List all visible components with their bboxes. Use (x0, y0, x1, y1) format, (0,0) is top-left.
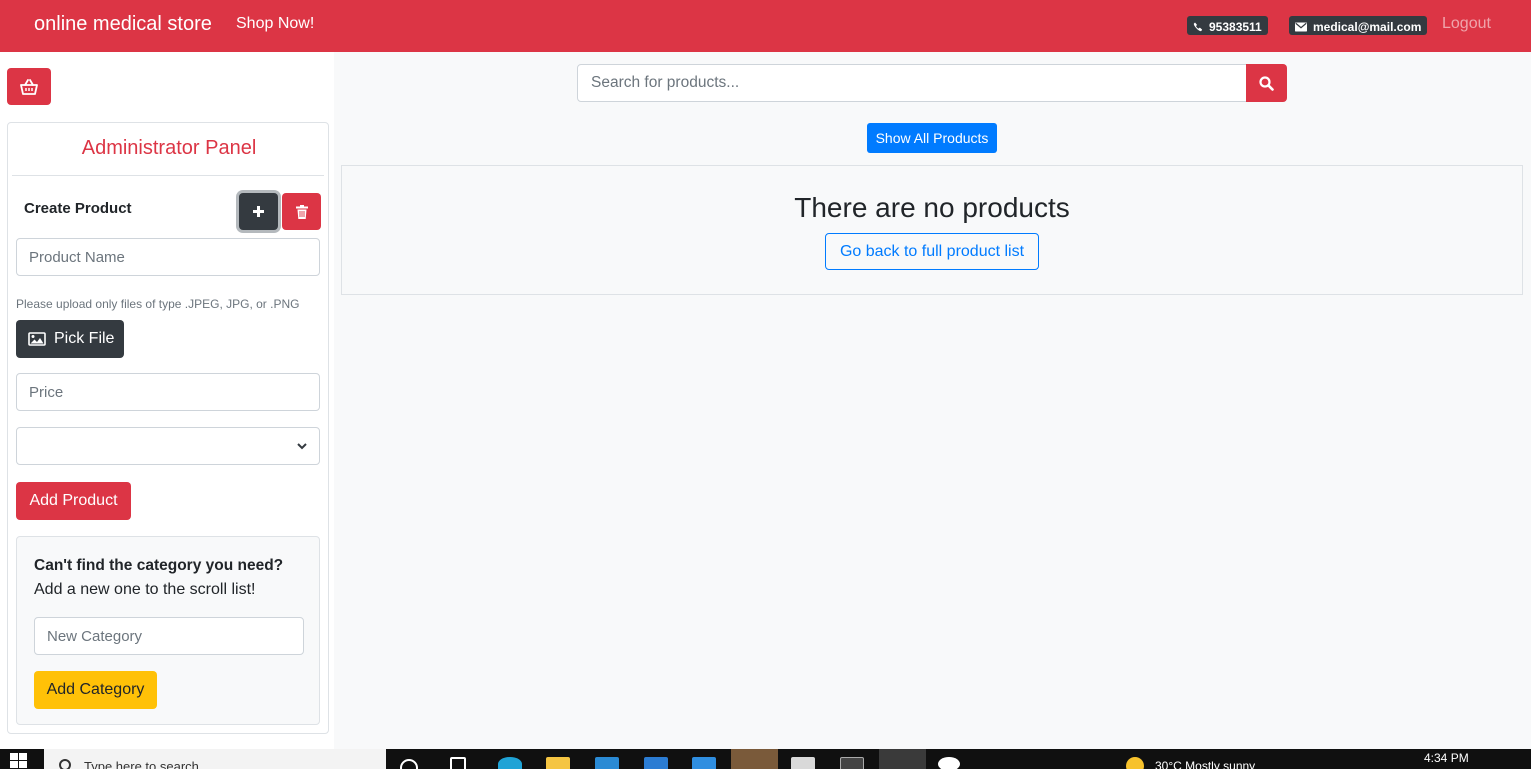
app-icon[interactable] (791, 757, 815, 769)
shop-now-link[interactable]: Shop Now! (236, 15, 314, 33)
search-icon (1259, 75, 1274, 91)
email-badge: medical@mail.com (1289, 16, 1428, 35)
taskbar-search-text: Type here to search (84, 759, 199, 769)
image-icon (28, 332, 46, 346)
add-product-button[interactable]: Add Product (16, 482, 131, 520)
logout-link[interactable]: Logout (1442, 15, 1491, 33)
task-view-icon[interactable] (450, 757, 466, 769)
empty-products-title: There are no products (794, 192, 1070, 223)
admin-panel-card: Administrator Panel Create Product Produ… (7, 122, 329, 734)
pick-file-button[interactable]: Pick File (16, 320, 124, 358)
top-navbar: online medical store Shop Now! 95383511 … (0, 0, 1531, 52)
delete-button[interactable] (282, 193, 321, 230)
store-icon[interactable] (595, 757, 619, 769)
phone-badge: 95383511 (1187, 16, 1268, 35)
expand-create-button[interactable] (239, 193, 278, 230)
divider (12, 175, 324, 176)
price-input[interactable]: Price (16, 373, 320, 411)
android-studio-icon[interactable] (938, 757, 960, 769)
file-explorer-icon[interactable] (546, 757, 570, 769)
taskbar-search-box[interactable]: Type here to search (44, 749, 386, 769)
show-all-products-button[interactable]: Show All Products (867, 123, 997, 153)
back-to-product-list-button[interactable]: Go back to full product list (825, 233, 1039, 270)
search-button[interactable] (1246, 64, 1287, 102)
chrome-icon[interactable] (879, 749, 926, 769)
email-address: medical@mail.com (1313, 19, 1422, 34)
shopping-basket-icon (20, 78, 38, 95)
chevron-down-icon (297, 442, 307, 449)
vscode-icon[interactable] (692, 757, 716, 769)
phone-icon (1193, 22, 1203, 31)
category-select[interactable] (16, 427, 320, 465)
brand-logo-text[interactable]: online medical store (34, 13, 212, 36)
phone-number: 95383511 (1209, 19, 1262, 34)
search-input[interactable]: Search for products... (577, 64, 1247, 102)
new-category-input[interactable]: New Category (34, 617, 304, 655)
new-category-box: Can't find the category you need? Add a … (16, 536, 320, 725)
upload-hint-text: Please upload only files of type .JPEG, … (16, 297, 300, 311)
trash-icon (295, 204, 308, 219)
mail-icon[interactable] (644, 757, 668, 769)
cart-button[interactable] (7, 68, 51, 105)
weather-icon (1126, 757, 1144, 769)
clock-time[interactable]: 4:34 PM (1424, 751, 1469, 765)
pick-file-label: Pick File (54, 330, 115, 347)
category-question: Can't find the category you need? (34, 557, 284, 574)
empty-products-card: There are no products Go back to full pr… (341, 165, 1523, 295)
admin-sidebar: Administrator Panel Create Product Produ… (0, 52, 334, 749)
windows-taskbar: Type here to search 30°C Mostly sunny 4:… (0, 749, 1531, 769)
envelope-icon (1295, 22, 1307, 31)
teams-icon[interactable] (731, 749, 778, 769)
product-name-input[interactable]: Product Name (16, 238, 320, 276)
edge-icon[interactable] (498, 757, 522, 769)
create-product-label: Create Product (24, 200, 132, 217)
cortana-icon[interactable] (400, 759, 418, 769)
terminal-icon[interactable] (840, 757, 864, 769)
windows-icon[interactable] (10, 753, 28, 769)
plus-icon (253, 206, 264, 217)
admin-panel-title: Administrator Panel (81, 137, 257, 159)
weather-text: 30°C Mostly sunny (1155, 759, 1256, 769)
search-icon (59, 759, 71, 769)
category-subtitle: Add a new one to the scroll list! (34, 581, 256, 598)
add-category-button[interactable]: Add Category (34, 671, 157, 709)
